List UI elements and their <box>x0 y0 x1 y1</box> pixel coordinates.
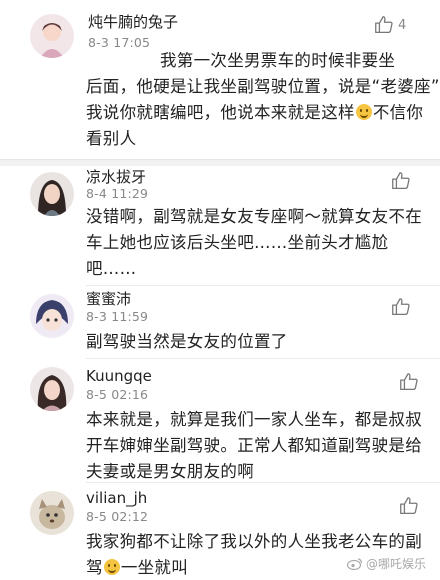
comment-text-line: 开车婶婶坐副驾驶。正常人都知道副驾驶是给 <box>86 436 422 455</box>
comment-text: 一坐就叫 <box>120 558 189 577</box>
emoji-icon <box>103 559 120 575</box>
thumbs-up-icon <box>392 298 410 315</box>
like-count: 4 <box>398 17 407 33</box>
comment-text: 驾 <box>86 558 103 577</box>
comment-text-line: 看别人 <box>86 129 137 148</box>
comment-text-line: 我家狗都不让除了我以外的人坐我老公车的副 <box>86 532 422 551</box>
username[interactable]: 蜜蜜沛 <box>86 288 131 309</box>
comment-text-line: 没错啊，副驾就是女友专座啊～就算女友不在 <box>86 207 422 226</box>
thumbs-up-icon <box>392 172 410 189</box>
like-button[interactable] <box>390 170 412 192</box>
like-button[interactable] <box>390 296 412 318</box>
watermark-text: @哪吒娱乐 <box>365 557 426 571</box>
watermark: @哪吒娱乐 <box>346 555 426 572</box>
avatar[interactable] <box>30 491 74 535</box>
avatar-girl-icon <box>30 14 74 58</box>
comment-text-line: 车上她也应该后头坐吧……坐前头才尴尬 <box>86 233 389 252</box>
avatar[interactable] <box>30 14 74 58</box>
avatar[interactable] <box>30 294 74 338</box>
username[interactable]: 凉水拔牙 <box>86 166 146 187</box>
thumbs-up-icon <box>375 16 393 33</box>
comment-item: 炖牛腩的兔子 8-3 17:05 4 我第一次坐男票车的时候非要坐 后面，他硬是… <box>0 0 440 160</box>
like-button[interactable] <box>398 495 420 517</box>
avatar-woman-icon <box>30 367 74 411</box>
comment-text-line: 吧…… <box>86 259 137 278</box>
comment-time: 8-3 17:05 <box>88 35 151 50</box>
comment-item: 凉水拔牙 8-4 11:29 没错啊，副驾就是女友专座啊～就算女友不在 车上她也… <box>0 166 440 284</box>
thumbs-up-icon <box>400 497 418 514</box>
comment-text-line: 本来就是，就算是我们一家人坐车，都是叔叔 <box>86 410 422 429</box>
comment-time: 8-4 11:29 <box>86 186 149 201</box>
weibo-logo-icon <box>346 558 363 570</box>
username[interactable]: vilian_jh <box>86 489 147 507</box>
avatar-cartoon-icon <box>30 294 74 338</box>
avatar-woman-icon <box>30 172 74 216</box>
avatar[interactable] <box>30 172 74 216</box>
comment-text: 不信你 <box>372 103 424 122</box>
comment-time: 8-3 11:59 <box>86 309 149 324</box>
comment-time: 8-5 02:16 <box>86 387 149 402</box>
avatar[interactable] <box>30 367 74 411</box>
comment-time: 8-5 02:12 <box>86 509 149 524</box>
comment-text-line: 驾一坐就叫 <box>86 555 188 580</box>
username[interactable]: 炖牛腩的兔子 <box>88 11 178 32</box>
like-button[interactable]: 4 <box>373 14 406 36</box>
comment-text: 我说你就瞎编吧，他说本来就是这样 <box>86 103 355 122</box>
comment-text-line: 副驾驶当然是女友的位置了 <box>86 332 288 351</box>
avatar-pet-icon <box>30 491 74 535</box>
comment-text-line: 后面，他硬是让我坐副驾驶位置，说是“老婆座” <box>86 77 440 96</box>
thumbs-up-icon <box>400 373 418 390</box>
comment-text-line: 我说你就瞎编吧，他说本来就是这样 不信你 <box>86 100 423 126</box>
comment-text-line: 我第一次坐男票车的时候非要坐 <box>160 51 396 70</box>
comment-item: Kuungqe 8-5 02:16 本来就是，就算是我们一家人坐车，都是叔叔 开… <box>0 359 440 481</box>
like-button[interactable] <box>398 371 420 393</box>
username[interactable]: Kuungqe <box>86 367 152 385</box>
emoji-icon <box>355 104 372 120</box>
comment-item: 蜜蜜沛 8-3 11:59 副驾驶当然是女友的位置了 <box>0 286 440 356</box>
